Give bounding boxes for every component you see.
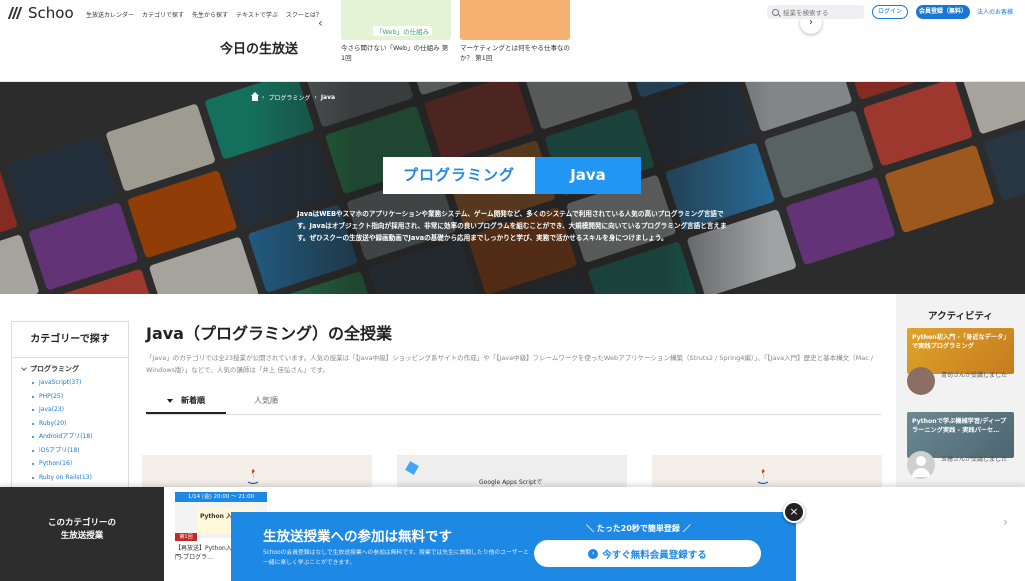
promo-lead: ＼ たった20秒で簡単登録 ／	[586, 524, 691, 533]
java-logo-icon	[247, 469, 259, 485]
tab-newest[interactable]: 新着順	[146, 392, 226, 414]
nav-calendar[interactable]: 生放送カレンダー	[86, 10, 134, 19]
chevron-right-icon[interactable]: ›	[1003, 515, 1008, 529]
search-placeholder: 授業を検索する	[783, 9, 829, 17]
sidebar-list: JavaScript(37) PHP(25) Java(23) Ruby(20)…	[12, 376, 128, 484]
java-logo-icon	[757, 469, 769, 485]
login-button[interactable]: ログイン	[872, 5, 908, 19]
shape-icon	[405, 461, 419, 475]
live-lesson-title: 【再放送】Python入門-プログラ…	[175, 545, 232, 561]
global-nav: 生放送カレンダー カテゴリで探す 先生から探す テキストで学ぶ スクーとは？	[86, 10, 322, 19]
sidebar-group-label: プログラミング	[30, 365, 79, 373]
sort-tabs: 新着順 人気順	[146, 392, 881, 415]
chevron-left-icon[interactable]: ‹	[318, 16, 336, 34]
category-hero: › プログラミング › Java プログラミング Java JavaはWEBやス…	[0, 82, 1025, 294]
logo-mark-icon	[7, 7, 24, 19]
activity-user: 玉穂さんが受講しました	[907, 451, 1007, 479]
arrow-circle-icon: ›	[588, 548, 599, 559]
today-live-heading: 今日の生放送	[220, 42, 299, 57]
lesson-title: 今さら聞けない「Web」の仕組み 第1回	[341, 44, 449, 62]
promo-title: 生放送授業への参加は無料です	[263, 529, 452, 545]
site-header: Schoo 生放送カレンダー カテゴリで探す 先生から探す テキストで学ぶ スク…	[0, 0, 1025, 82]
logo-text: Schoo	[28, 4, 74, 22]
lesson-thumbnail	[460, 0, 570, 40]
home-icon[interactable]	[251, 92, 259, 101]
category-description: JavaはWEBやスマホのアプリケーションや業務システム、ゲーム開発など、多くの…	[297, 210, 727, 242]
breadcrumb-current: Java	[320, 94, 336, 101]
chevron-down-icon	[21, 365, 27, 371]
category-sidebar: カテゴリーで探す プログラミング JavaScript(37) PHP(25) …	[11, 321, 129, 491]
breadcrumb-category[interactable]: プログラミング	[268, 93, 310, 102]
activity-lesson-title: Python初入門 -「身近なデータ」で実践プログラミング	[912, 334, 1007, 350]
lesson-thumb-text: 「Web」の仕組み	[373, 26, 433, 36]
today-lesson-card[interactable]: 「Web」の仕組み 今さら聞けない「Web」の仕組み 第1回	[341, 0, 451, 63]
signup-promo: 生放送授業への参加は無料です Schooの会員登録はなしで生放送授業への参加は無…	[231, 512, 796, 581]
activity-panel: アクティビティ Python初入門 -「身近なデータ」で実践プログラミング 青司…	[896, 294, 1025, 504]
search-icon	[772, 8, 779, 16]
sidebar-item-python[interactable]: Python(16)	[32, 457, 128, 471]
search-input[interactable]: 授業を検索する	[767, 5, 864, 19]
nav-teacher[interactable]: 先生から探す	[192, 10, 228, 19]
sidebar-item-android[interactable]: Androidアプリ(18)	[32, 430, 128, 444]
current-category-tag: Java	[535, 157, 641, 194]
course-card-text: Google Apps Scriptで	[479, 479, 543, 486]
lesson-thumbnail: 「Web」の仕組み	[341, 0, 451, 40]
activity-text: 玉穂さんが受講しました	[941, 456, 1008, 463]
sidebar-item-java[interactable]: Java(23)	[32, 403, 128, 417]
sidebar-group-programming[interactable]: プログラミング	[12, 358, 128, 374]
live-date: 1/14 (金) 20:00 ～ 21:00	[175, 492, 267, 502]
parent-category-tag[interactable]: プログラミング	[383, 157, 535, 194]
page-title: Java（プログラミング）の全授業	[146, 324, 392, 343]
sidebar-item-rails[interactable]: Ruby on Rails(13)	[32, 471, 128, 485]
page: Schoo 生放送カレンダー カテゴリで探す 先生から探す テキストで学ぶ スク…	[0, 0, 1025, 581]
sidebar-item-php[interactable]: PHP(25)	[32, 390, 128, 404]
sidebar-item-ruby[interactable]: Ruby(20)	[32, 417, 128, 431]
caret-down-icon	[167, 398, 173, 403]
close-promo-button[interactable]: ×	[783, 501, 805, 523]
lesson-title: マーケティングとは何をやる仕事なのか？ 第1回	[460, 44, 570, 62]
activity-user: 青司さんが受講しました	[907, 367, 1007, 395]
live-lessons-bar: このカテゴリーの 生放送授業 ‹ 1/14 (金) 20:00 ～ 21:00 …	[0, 487, 1025, 581]
schoo-logo[interactable]: Schoo	[7, 4, 74, 22]
promo-subtext: Schooの会員登録はなしで生放送授業への参加は無料です。授業では先生に質問した…	[263, 550, 530, 566]
signup-button[interactable]: 会員登録（無料）	[916, 5, 970, 19]
free-signup-button[interactable]: › 今すぐ無料会員登録する	[534, 540, 761, 567]
activity-title: アクティビティ	[928, 311, 993, 322]
breadcrumb: › プログラミング › Java	[251, 92, 336, 102]
sidebar-title: カテゴリーで探す	[12, 322, 128, 358]
today-lesson-card[interactable]: マーケティングとは何をやる仕事なのか？ 第1回	[460, 0, 570, 63]
tab-popular[interactable]: 人気順	[226, 392, 306, 414]
activity-lesson-title: Pythonで学ぶ機械学習/ディープラーニング実践 - 実践パーセ…	[912, 418, 1007, 434]
activity-text: 青司さんが受講しました	[941, 372, 1008, 379]
nav-category[interactable]: カテゴリで探す	[142, 10, 184, 19]
sidebar-item-javascript[interactable]: JavaScript(37)	[32, 376, 128, 390]
sidebar-item-ios[interactable]: iOSアプリ(18)	[32, 444, 128, 458]
avatar-placeholder-icon[interactable]	[907, 451, 935, 479]
nav-about[interactable]: スクーとは？	[286, 10, 322, 19]
avatar[interactable]	[907, 367, 935, 395]
corporate-link[interactable]: 法人のお客様	[977, 7, 1013, 16]
episode-badge: 第1回	[175, 533, 197, 541]
category-summary: 「Java」のカテゴリでは全23授業が公開されています。人気の授業は「【Java…	[146, 354, 874, 374]
nav-text[interactable]: テキストで学ぶ	[236, 10, 278, 19]
category-tags: プログラミング Java	[383, 157, 641, 194]
category-live-label: このカテゴリーの 生放送授業	[0, 487, 164, 581]
